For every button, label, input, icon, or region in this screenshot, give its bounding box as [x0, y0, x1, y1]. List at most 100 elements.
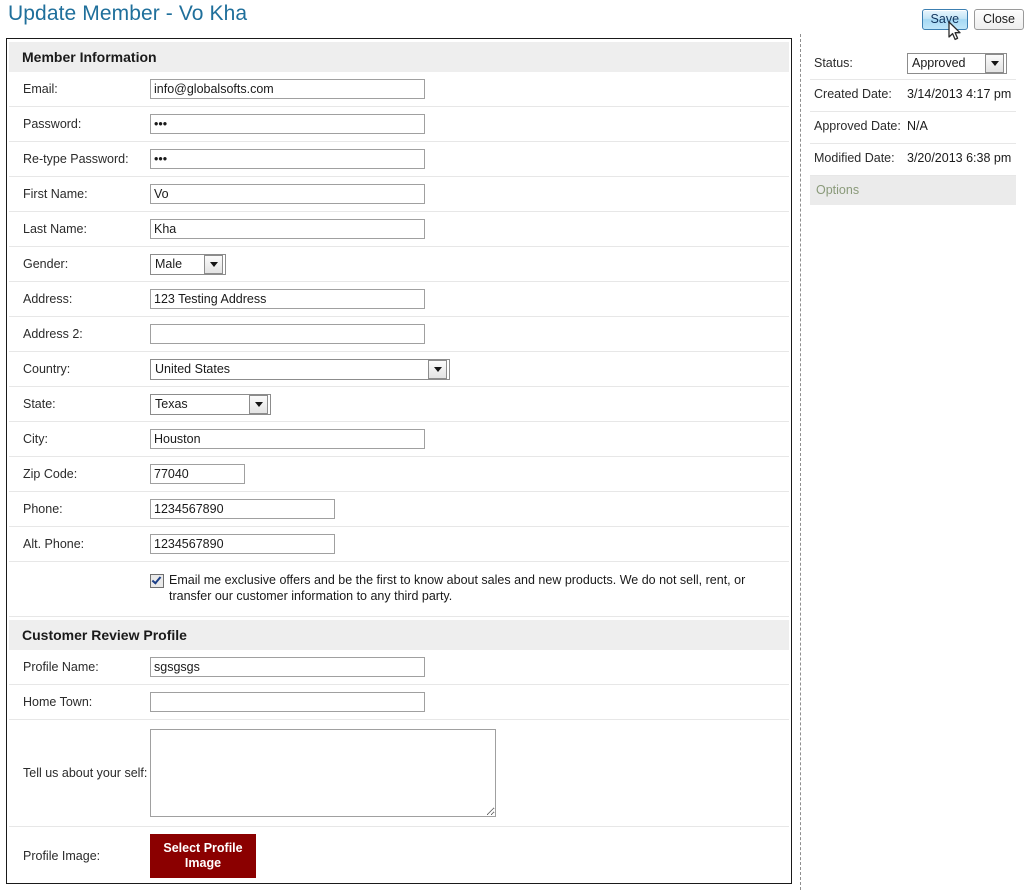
state-select[interactable]: Texas [150, 393, 271, 415]
address-field-wrap [150, 289, 789, 309]
page-title: Update Member - Vo Kha [8, 2, 248, 25]
save-button[interactable]: Save [921, 9, 969, 30]
alt-phone-label: Alt. Phone: [23, 537, 85, 551]
field-row-city: City: [9, 422, 789, 457]
alt-phone-input[interactable] [150, 534, 335, 554]
city-field-wrap [150, 429, 789, 449]
customer-review-profile-header: Customer Review Profile [9, 620, 789, 650]
member-information-header: Member Information [9, 42, 789, 72]
field-row-address2: Address 2: [9, 317, 789, 352]
home-town-input[interactable] [150, 692, 425, 712]
field-row-country: Country: United States [9, 352, 789, 387]
field-row-gender: Gender: Male [9, 247, 789, 282]
first-name-input[interactable] [150, 184, 425, 204]
options-section-header[interactable]: Options [810, 176, 1016, 205]
password-input[interactable] [150, 114, 425, 134]
modified-date-value: 3/20/2013 6:38 pm [907, 151, 1012, 165]
member-form-panel: Member Information Email: Password: Re-t… [6, 38, 792, 884]
password-field-wrap [150, 114, 789, 134]
meta-row-status: Status: Approved [810, 49, 1016, 80]
top-button-group: Save Close [921, 9, 1024, 30]
email-input[interactable] [150, 79, 425, 99]
newsletter-label: Email me exclusive offers and be the fir… [169, 573, 746, 603]
gender-field-wrap: Male [150, 253, 789, 275]
created-date-value: 3/14/2013 4:17 pm [907, 87, 1012, 101]
gender-select[interactable]: Male [150, 253, 226, 275]
state-select-value: Texas [155, 397, 188, 411]
top-bar: Update Member - Vo Kha Save Close [0, 0, 1028, 41]
meta-row-approved-date: Approved Date: N/A [810, 112, 1016, 144]
content-area: Member Information Email: Password: Re-t… [0, 34, 1028, 890]
member-meta-panel: Status: Approved Created Date: 3/14/2013… [810, 49, 1016, 205]
zip-code-label: Zip Code: [23, 467, 78, 481]
field-row-profile-image: Profile Image: Select Profile Image [9, 827, 789, 883]
zip-code-input[interactable] [150, 464, 245, 484]
address-label: Address: [23, 292, 73, 306]
close-button[interactable]: Close [974, 9, 1024, 30]
last-name-input[interactable] [150, 219, 425, 239]
field-row-zip: Zip Code: [9, 457, 789, 492]
newsletter-checkbox-group[interactable]: Email me exclusive offers and be the fir… [150, 572, 789, 604]
field-row-last-name: Last Name: [9, 212, 789, 247]
select-profile-image-button[interactable]: Select Profile Image [150, 834, 256, 878]
status-select[interactable]: Approved [907, 53, 1007, 74]
phone-input[interactable] [150, 499, 335, 519]
profile-name-field-wrap [150, 657, 789, 677]
status-label: Status: [814, 56, 853, 70]
about-field-wrap [150, 729, 789, 817]
state-field-wrap: Texas [150, 393, 789, 415]
field-row-phone: Phone: [9, 492, 789, 527]
approved-date-value: N/A [907, 119, 928, 133]
status-value-wrap: Approved [907, 53, 1016, 74]
home-town-label: Home Town: [23, 695, 93, 709]
gender-label: Gender: [23, 257, 69, 271]
field-row-about: Tell us about your self: [9, 720, 789, 827]
email-field-wrap [150, 79, 789, 99]
city-input[interactable] [150, 429, 425, 449]
country-select-value: United States [155, 362, 231, 376]
profile-image-field-wrap: Select Profile Image [150, 834, 789, 878]
home-town-field-wrap [150, 692, 789, 712]
field-row-retype-password: Re-type Password: [9, 142, 789, 177]
about-textarea[interactable] [150, 729, 496, 817]
profile-image-label: Profile Image: [23, 849, 101, 863]
modified-date-label: Modified Date: [814, 151, 895, 165]
phone-field-wrap [150, 499, 789, 519]
retype-password-label: Re-type Password: [23, 152, 129, 166]
status-select-value: Approved [912, 56, 966, 70]
field-row-first-name: First Name: [9, 177, 789, 212]
created-date-label: Created Date: [814, 87, 892, 101]
last-name-field-wrap [150, 219, 789, 239]
chevron-down-icon[interactable] [985, 54, 1004, 73]
newsletter-checkbox[interactable] [150, 574, 164, 588]
profile-name-input[interactable] [150, 657, 425, 677]
meta-row-created-date: Created Date: 3/14/2013 4:17 pm [810, 80, 1016, 112]
address-input[interactable] [150, 289, 425, 309]
address2-input[interactable] [150, 324, 425, 344]
newsletter-field-wrap: Email me exclusive offers and be the fir… [150, 572, 789, 604]
password-label: Password: [23, 117, 82, 131]
field-row-home-town: Home Town: [9, 685, 789, 720]
phone-label: Phone: [23, 502, 63, 516]
field-row-password: Password: [9, 107, 789, 142]
field-row-newsletter: Email me exclusive offers and be the fir… [9, 562, 789, 617]
first-name-label: First Name: [23, 187, 88, 201]
city-label: City: [23, 432, 48, 446]
country-select[interactable]: United States [150, 358, 450, 380]
field-row-email: Email: [9, 72, 789, 107]
profile-name-label: Profile Name: [23, 660, 99, 674]
zip-code-field-wrap [150, 464, 789, 484]
gender-select-value: Male [155, 257, 183, 271]
chevron-down-icon[interactable] [204, 254, 223, 274]
chevron-down-icon[interactable] [428, 359, 447, 379]
field-row-profile-name: Profile Name: [9, 650, 789, 685]
meta-row-modified-date: Modified Date: 3/20/2013 6:38 pm [810, 144, 1016, 176]
chevron-down-icon[interactable] [249, 394, 268, 414]
state-label: State: [23, 397, 56, 411]
field-row-state: State: Texas [9, 387, 789, 422]
retype-password-input[interactable] [150, 149, 425, 169]
panel-divider [800, 34, 801, 890]
country-label: Country: [23, 362, 71, 376]
address2-field-wrap [150, 324, 789, 344]
field-row-alt-phone: Alt. Phone: [9, 527, 789, 562]
